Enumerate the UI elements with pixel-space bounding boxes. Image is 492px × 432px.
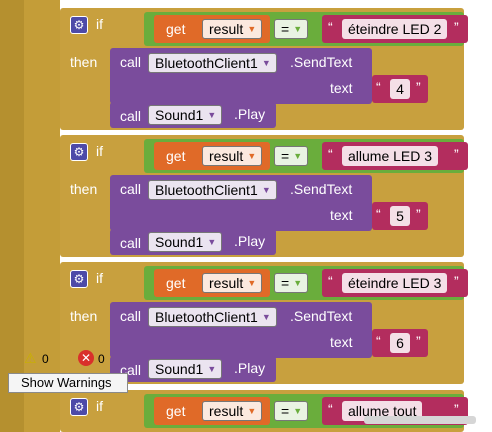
method-label: .SendText [290,181,353,197]
method-label: .Play [234,233,266,249]
quote-close: ” [454,146,459,162]
quote-close: ” [416,206,421,222]
method-label: .SendText [290,308,353,324]
quote-open: “ [376,79,381,95]
text-value[interactable]: 4 [390,79,410,99]
send-text-block[interactable]: call BluetoothClient1 ▼ .SendText text “ … [110,175,428,231]
get-block[interactable]: get result ▼ [154,397,270,425]
text-param-label: text [330,334,353,350]
gear-icon[interactable]: ⚙ [70,270,88,288]
call-label: call [120,235,142,251]
sound-play-block[interactable]: call Sound1 ▼ .Play [110,356,276,382]
show-warnings-button[interactable]: Show Warnings [8,373,128,393]
if-label: if [96,143,103,159]
warning-count: 0 [42,352,49,366]
quote-open: “ [328,19,333,35]
text-param-label: text [330,207,353,223]
gear-icon[interactable]: ⚙ [70,143,88,161]
method-label: .SendText [290,54,353,70]
compare-block[interactable]: get result ▼ = ▼ “ éteindre LED 2 ” [144,12,468,46]
text-value-block[interactable]: “ 4 ” [372,75,428,103]
quote-open: “ [328,273,333,289]
text-value-block[interactable]: “ 5 ” [372,202,428,230]
component-dropdown[interactable]: BluetoothClient1 ▼ [148,307,277,327]
variable-dropdown[interactable]: result ▼ [202,19,263,39]
sound-play-block[interactable]: call Sound1 ▼ .Play [110,229,276,255]
error-icon[interactable]: ✕ [78,350,94,366]
component-dropdown[interactable]: Sound1 ▼ [148,105,223,125]
if-label: if [96,16,103,32]
get-block[interactable]: get result ▼ [154,15,270,43]
string-value[interactable]: éteindre LED 3 [342,273,448,293]
text-value-block[interactable]: “ 6 ” [372,329,428,357]
gear-icon[interactable]: ⚙ [70,398,88,416]
call-label: call [120,181,142,197]
variable-dropdown[interactable]: result ▼ [202,401,263,421]
method-label: .Play [234,360,266,376]
component-dropdown[interactable]: Sound1 ▼ [148,232,223,252]
call-label: call [120,54,142,70]
if-label: if [96,398,103,414]
if-block-4[interactable]: ⚙ if get result ▼ = ▼ “ allume tout ” [60,390,468,432]
text-value[interactable]: 5 [390,206,410,226]
variable-dropdown[interactable]: result ▼ [202,146,263,166]
quote-close: ” [454,273,459,289]
warning-indicator: ⚠ 0 ✕ 0 [24,350,134,370]
sound-play-block[interactable]: call Sound1 ▼ .Play [110,102,276,128]
blocks-workspace[interactable]: ⚙ if then get result ▼ = ▼ “ éteindre LED … [0,0,492,432]
send-text-block[interactable]: call BluetoothClient1 ▼ .SendText text “ … [110,48,428,104]
call-label: call [120,308,142,324]
quote-open: “ [328,146,333,162]
string-block[interactable]: “ allume LED 3 ” [322,142,468,170]
get-block[interactable]: get result ▼ [154,269,270,297]
get-label: get [166,21,186,37]
operator-dropdown[interactable]: = ▼ [274,273,309,293]
variable-dropdown[interactable]: result ▼ [202,273,263,293]
quote-close: ” [416,79,421,95]
text-value[interactable]: 6 [390,333,410,353]
get-label: get [166,275,186,291]
operator-dropdown[interactable]: = ▼ [274,146,309,166]
operator-dropdown[interactable]: = ▼ [274,19,309,39]
component-dropdown[interactable]: Sound1 ▼ [148,359,223,379]
then-label: then [70,54,98,70]
warning-icon[interactable]: ⚠ [24,350,37,367]
call-label: call [120,108,142,124]
error-count: 0 [98,352,105,366]
component-dropdown[interactable]: BluetoothClient1 ▼ [148,180,277,200]
text-param-label: text [330,80,353,96]
quote-close: ” [454,401,459,417]
compare-block[interactable]: get result ▼ = ▼ “ allume LED 3 ” [144,139,468,173]
method-label: .Play [234,106,266,122]
quote-open: “ [376,206,381,222]
compare-block[interactable]: get result ▼ = ▼ “ éteindre LED 3 ” [144,266,468,300]
string-value[interactable]: éteindre LED 2 [342,19,448,39]
quote-open: “ [328,401,333,417]
gear-icon[interactable]: ⚙ [70,16,88,34]
then-label: then [70,181,98,197]
component-dropdown[interactable]: BluetoothClient1 ▼ [148,53,277,73]
string-value[interactable]: allume LED 3 [342,146,439,166]
get-label: get [166,403,186,419]
quote-close: ” [416,333,421,349]
then-label: then [70,308,98,324]
quote-close: ” [454,19,459,35]
get-block[interactable]: get result ▼ [154,142,270,170]
string-block[interactable]: “ éteindre LED 2 ” [322,15,468,43]
send-text-block[interactable]: call BluetoothClient1 ▼ .SendText text “ … [110,302,428,358]
if-block-1[interactable]: ⚙ if then get result ▼ = ▼ “ éteindre LED … [60,8,468,130]
string-block[interactable]: “ éteindre LED 3 ” [322,269,468,297]
get-label: get [166,148,186,164]
operator-dropdown[interactable]: = ▼ [274,401,309,421]
if-block-2[interactable]: ⚙ if then get result ▼ = ▼ “ allume LED 3 … [60,135,468,257]
if-label: if [96,270,103,286]
horizontal-scrollbar[interactable] [364,416,476,424]
outer-event-block[interactable] [0,0,24,432]
quote-open: “ [376,333,381,349]
